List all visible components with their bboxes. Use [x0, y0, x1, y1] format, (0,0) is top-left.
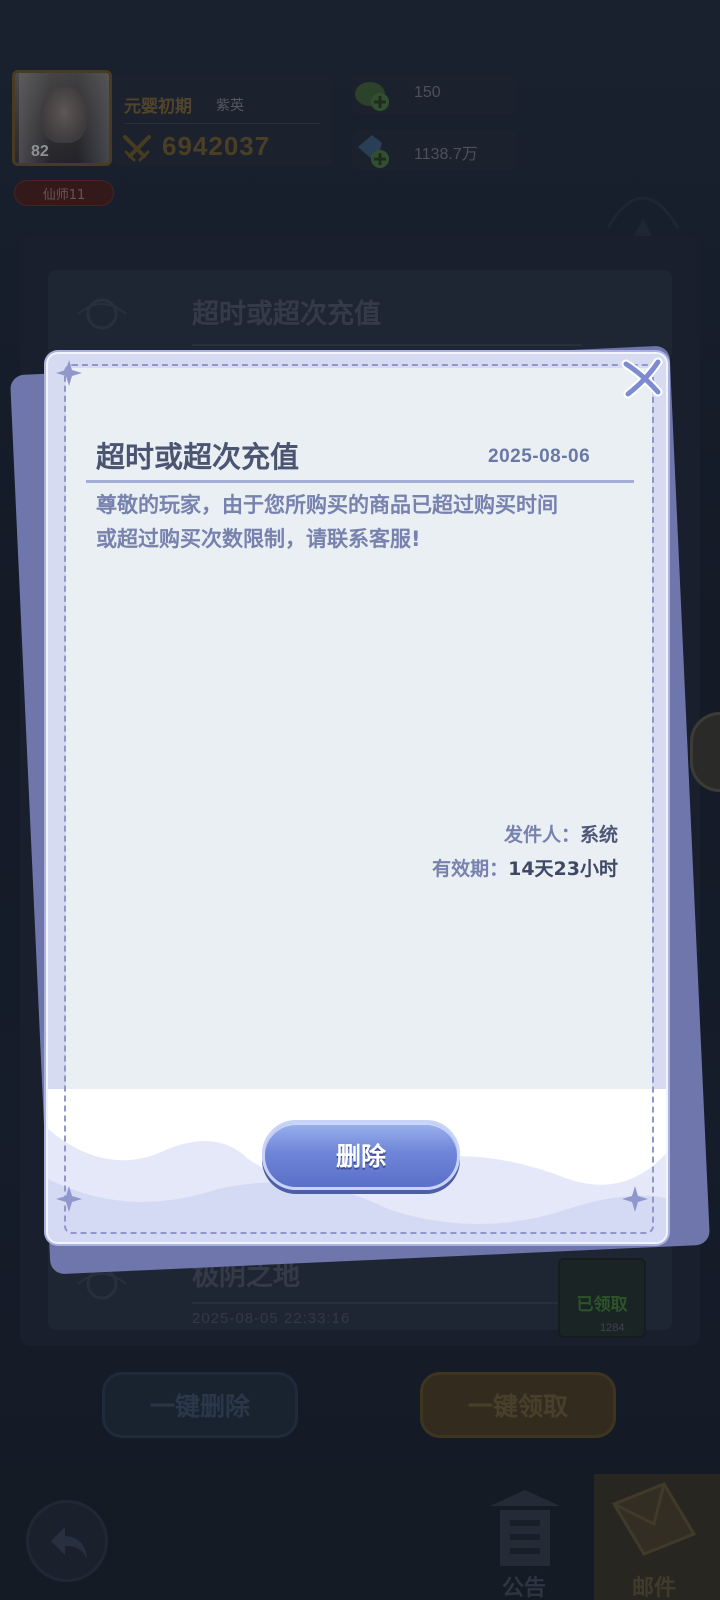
sender-row: 发件人：系统	[504, 820, 618, 847]
expiry-row: 有效期：14天23小时	[432, 854, 618, 881]
sender-value: 系统	[579, 824, 618, 846]
expiry-label: 有效期：	[432, 858, 509, 880]
mail-title: 超时或超次充值	[96, 440, 300, 474]
expiry-value: 14天23小时	[508, 858, 618, 880]
sender-label: 发件人：	[503, 824, 580, 846]
corner-star-icon	[622, 1186, 648, 1212]
mail-body-line: 尊敬的玩家，由于您所购买的商品已超过购买时间	[96, 493, 558, 517]
corner-star-icon	[56, 360, 82, 386]
mail-date: 2025-08-06	[488, 446, 591, 467]
title-divider	[86, 480, 634, 483]
mail-detail-modal	[46, 352, 668, 1244]
corner-star-icon	[56, 1186, 82, 1212]
mail-body-line: 或超过购买次数限制，请联系客服!	[96, 527, 421, 551]
mail-body: 尊敬的玩家，由于您所购买的商品已超过购买时间 或超过购买次数限制，请联系客服!	[96, 488, 636, 556]
close-icon[interactable]	[618, 356, 666, 402]
delete-button[interactable]: 删除	[262, 1120, 460, 1190]
